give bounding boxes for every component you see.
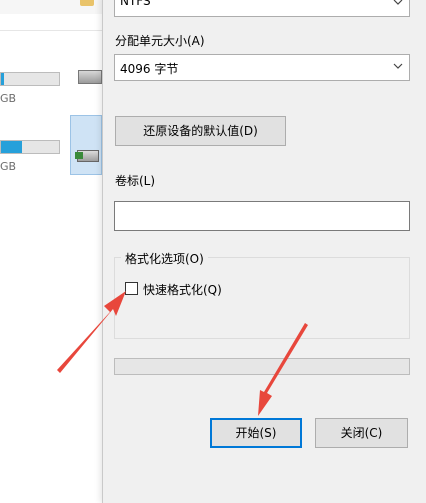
restore-defaults-button[interactable]: 还原设备的默认值(D) — [115, 116, 286, 146]
drive-badge-icon — [75, 152, 83, 159]
format-progress-bar — [114, 358, 410, 375]
drive-size-label-2: GB — [0, 160, 17, 173]
quick-format-label[interactable]: 快速格式化(Q) — [143, 281, 222, 298]
format-options-title: 格式化选项(O) — [121, 250, 208, 267]
folder-icon — [80, 0, 94, 6]
quick-format-checkbox[interactable] — [125, 282, 138, 295]
allocation-size-label: 分配单元大小(A) — [115, 34, 205, 48]
filesystem-value: NTFS — [120, 0, 151, 8]
chevron-down-icon — [393, 63, 403, 69]
drive-icon-1[interactable] — [78, 70, 102, 84]
divider — [0, 30, 102, 31]
filesystem-select[interactable]: NTFS — [114, 0, 410, 17]
drive-usage-bar-1 — [0, 72, 60, 86]
chevron-down-icon — [393, 0, 403, 5]
format-options-group — [114, 257, 410, 339]
drive-usage-fill-1 — [1, 73, 4, 85]
drive-usage-bar-2 — [0, 140, 60, 154]
drive-usage-fill-2 — [1, 141, 22, 153]
volume-label-input[interactable] — [114, 201, 410, 231]
drive-size-label-1: GB — [0, 92, 17, 105]
drive-icon-2-selected[interactable] — [70, 115, 102, 175]
volume-label: 卷标(L) — [115, 174, 156, 188]
start-button[interactable]: 开始(S) — [210, 418, 302, 448]
format-dialog: NTFS 分配单元大小(A) 4096 字节 还原设备的默认值(D) 卷标(L)… — [102, 0, 426, 503]
close-button[interactable]: 关闭(C) — [315, 418, 408, 448]
allocation-size-value: 4096 字节 — [120, 62, 179, 76]
allocation-size-select[interactable]: 4096 字节 — [114, 54, 410, 81]
